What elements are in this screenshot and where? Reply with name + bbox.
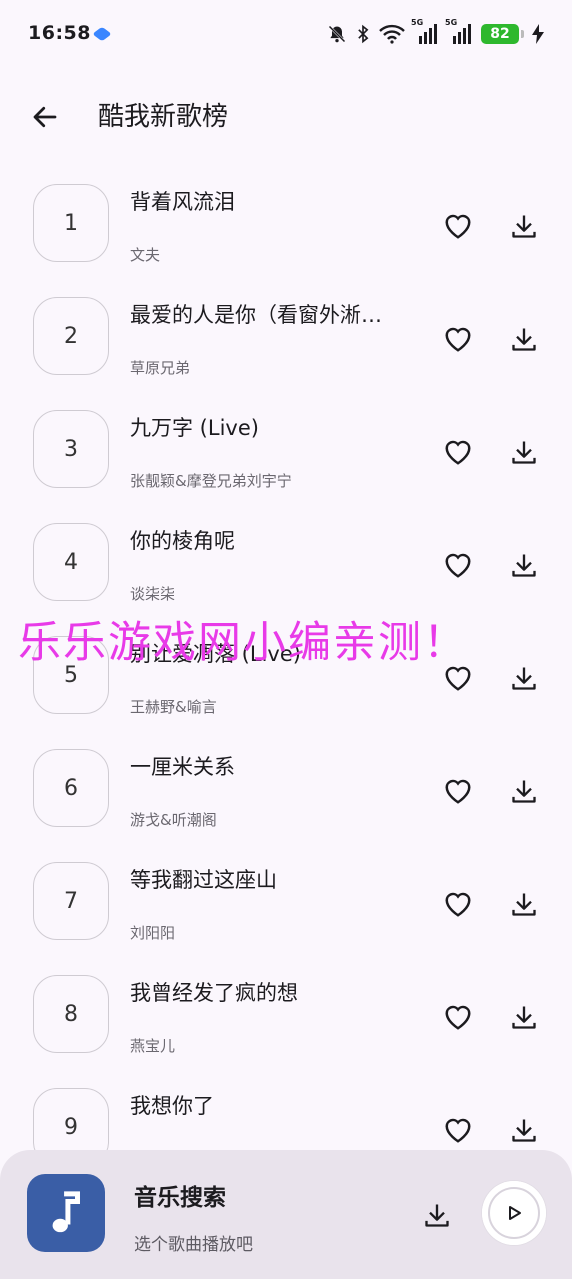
player-subtitle: 选个歌曲播放吧 [134, 1235, 253, 1255]
heart-icon [445, 1118, 471, 1143]
network-type-label: 5G [411, 18, 424, 27]
download-button[interactable] [506, 660, 542, 696]
status-time: 16:58 [28, 22, 91, 44]
rank-badge: 7 [33, 862, 109, 940]
download-icon [512, 667, 536, 690]
download-button[interactable] [506, 321, 542, 357]
download-button[interactable] [506, 208, 542, 244]
arrow-left-icon [33, 106, 57, 128]
song-artist: 燕宝儿 [130, 1037, 176, 1055]
download-icon [512, 441, 536, 464]
download-icon [512, 780, 536, 803]
song-title: 最爱的人是你（看窗外淅… [130, 303, 382, 327]
heart-icon [445, 779, 471, 804]
download-icon [512, 1006, 536, 1029]
like-button[interactable] [440, 321, 476, 357]
mini-player[interactable]: 音乐搜索 选个歌曲播放吧 [0, 1150, 572, 1279]
watermark-text: 乐乐游戏网小编亲测！ [18, 618, 468, 668]
album-art[interactable] [27, 1174, 105, 1252]
cell-signal-2: 5G [445, 18, 473, 44]
song-title: 我想你了 [130, 1094, 214, 1118]
song-title: 背着风流泪 [130, 190, 235, 214]
network-type-label: 5G [445, 18, 458, 27]
download-button[interactable] [506, 773, 542, 809]
download-icon [512, 893, 536, 916]
heart-icon [445, 892, 471, 917]
like-button[interactable] [440, 1112, 476, 1148]
player-download-button[interactable] [418, 1196, 456, 1234]
cell-signal-1: 5G [411, 18, 439, 44]
like-button[interactable] [440, 886, 476, 922]
back-button[interactable] [26, 98, 64, 136]
download-icon [512, 328, 536, 351]
song-artist: 王赫野&喻言 [130, 698, 217, 716]
song-title: 你的棱角呢 [130, 529, 235, 553]
page-title: 酷我新歌榜 [98, 102, 229, 132]
song-row[interactable]: 6 一厘米关系 游戈&听潮阁 [0, 733, 572, 846]
song-row[interactable]: 8 我曾经发了疯的想 燕宝儿 [0, 959, 572, 1072]
heart-icon [445, 1005, 471, 1030]
rank-badge: 4 [33, 523, 109, 601]
app-notification-icon [92, 26, 112, 42]
song-artist: 文夫 [130, 246, 161, 264]
song-title: 一厘米关系 [130, 755, 235, 779]
download-icon [512, 554, 536, 577]
app-bar: 酷我新歌榜 [0, 80, 572, 152]
song-title: 九万字 (Live) [130, 416, 259, 440]
song-artist: 谈柒柒 [130, 585, 176, 603]
like-button[interactable] [440, 547, 476, 583]
download-button[interactable] [506, 999, 542, 1035]
player-title: 音乐搜索 [134, 1185, 226, 1211]
song-row[interactable]: 4 你的棱角呢 谈柒柒 [0, 507, 572, 620]
status-bar: 16:58 5G 5G 82 [0, 0, 572, 68]
play-icon [509, 1206, 521, 1220]
heart-icon [445, 327, 471, 352]
song-title: 等我翻过这座山 [130, 868, 277, 892]
download-icon [512, 1119, 536, 1142]
mute-bell-icon [328, 25, 346, 43]
heart-icon [445, 440, 471, 465]
song-row[interactable]: 2 最爱的人是你（看窗外淅… 草原兄弟 [0, 281, 572, 394]
play-button-ring [488, 1187, 540, 1239]
rank-badge: 2 [33, 297, 109, 375]
like-button[interactable] [440, 208, 476, 244]
heart-icon [445, 553, 471, 578]
signal-bars-icon [419, 24, 437, 44]
download-button[interactable] [506, 547, 542, 583]
music-note-icon [52, 1191, 80, 1233]
song-row[interactable]: 7 等我翻过这座山 刘阳阳 [0, 846, 572, 959]
rank-badge: 1 [33, 184, 109, 262]
signal-bars-icon [453, 24, 471, 44]
song-row[interactable]: 3 九万字 (Live) 张靓颖&摩登兄弟刘宇宁 [0, 394, 572, 507]
song-artist: 刘阳阳 [130, 924, 176, 942]
download-icon [425, 1204, 449, 1227]
rank-badge: 3 [33, 410, 109, 488]
download-button[interactable] [506, 434, 542, 470]
download-button[interactable] [506, 1112, 542, 1148]
charging-bolt-icon [532, 24, 544, 44]
bluetooth-icon [358, 24, 369, 44]
song-artist: 草原兄弟 [130, 359, 191, 377]
like-button[interactable] [440, 434, 476, 470]
wifi-icon [379, 24, 405, 44]
song-artist: 游戈&听潮阁 [130, 811, 217, 829]
rank-badge: 6 [33, 749, 109, 827]
battery-tip [521, 30, 524, 38]
battery-indicator: 82 [481, 24, 519, 44]
song-artist: 张靓颖&摩登兄弟刘宇宁 [130, 472, 292, 490]
download-icon [512, 215, 536, 238]
download-button[interactable] [506, 886, 542, 922]
play-button[interactable] [482, 1181, 546, 1245]
like-button[interactable] [440, 773, 476, 809]
heart-icon [445, 214, 471, 239]
song-title: 我曾经发了疯的想 [130, 981, 298, 1005]
status-icons: 5G 5G 82 [327, 18, 544, 47]
rank-badge: 8 [33, 975, 109, 1053]
like-button[interactable] [440, 999, 476, 1035]
song-row[interactable]: 1 背着风流泪 文夫 [0, 168, 572, 281]
